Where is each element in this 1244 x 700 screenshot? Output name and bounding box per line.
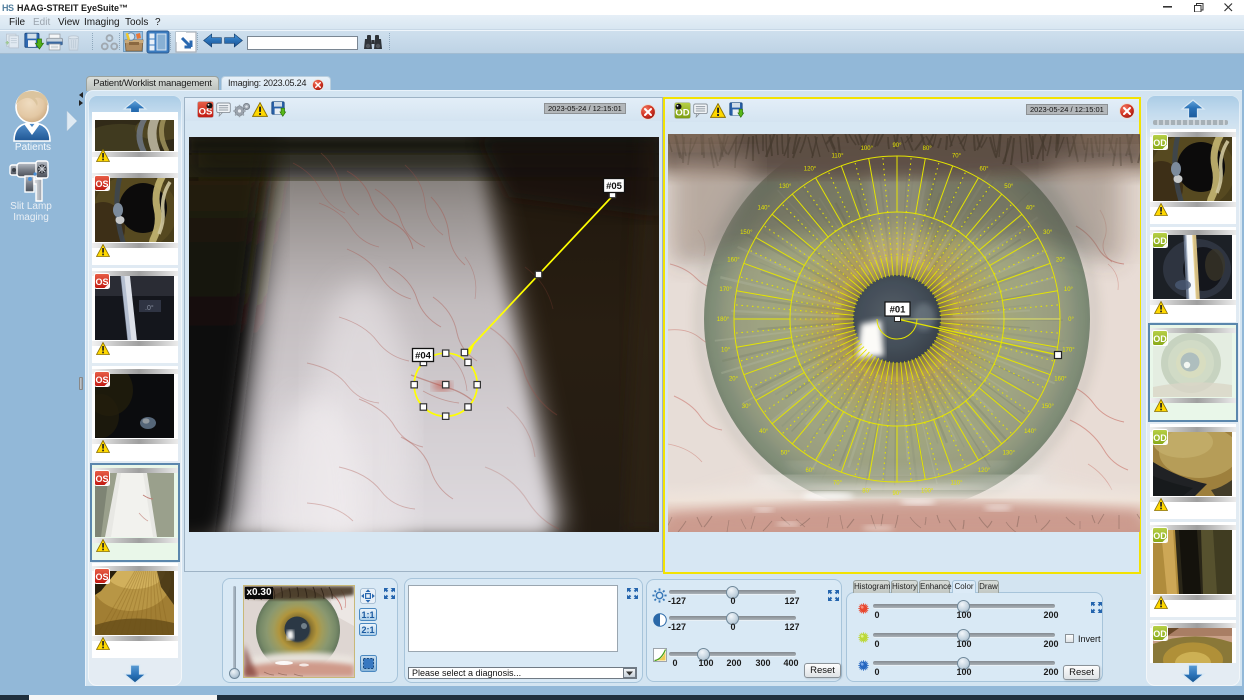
svg-text:1:1: 1:1 [361, 610, 374, 620]
svg-text:60°: 60° [805, 468, 815, 474]
svg-text:70°: 70° [952, 154, 962, 160]
svg-text:90°: 90° [892, 143, 902, 149]
svg-text:OD: OD [1153, 433, 1167, 443]
svg-text:40°: 40° [1026, 205, 1036, 211]
svg-text:30°: 30° [1043, 230, 1053, 236]
svg-text:60°: 60° [979, 167, 989, 173]
svg-text:100°: 100° [921, 489, 934, 495]
svg-text:130°: 130° [779, 184, 792, 190]
svg-text:20°: 20° [729, 377, 739, 383]
svg-text:50°: 50° [1004, 184, 1014, 190]
svg-text:70°: 70° [833, 481, 843, 487]
svg-text:#01: #01 [890, 305, 907, 316]
svg-text:OD: OD [1153, 629, 1167, 639]
svg-text:.0°: .0° [145, 304, 154, 312]
svg-text:OD: OD [1153, 236, 1167, 246]
svg-text:OD: OD [1153, 334, 1167, 344]
svg-text:40°: 40° [759, 429, 769, 435]
svg-text:80°: 80° [923, 146, 933, 152]
svg-text:OS: OS [95, 572, 108, 582]
svg-text:140°: 140° [1024, 429, 1037, 435]
svg-text:OS: OS [95, 179, 108, 189]
svg-text:100°: 100° [861, 146, 874, 152]
svg-text:90°: 90° [892, 491, 902, 497]
svg-text:110°: 110° [951, 481, 964, 487]
svg-text:2:1: 2:1 [361, 625, 374, 635]
svg-text:#04: #04 [415, 351, 432, 362]
svg-text:170°: 170° [719, 287, 732, 293]
svg-text:OD: OD [1153, 138, 1167, 148]
svg-text:OS: OS [95, 474, 108, 484]
svg-text:110°: 110° [832, 154, 845, 160]
svg-text:130°: 130° [1003, 451, 1016, 457]
svg-text:140°: 140° [757, 205, 770, 211]
svg-text:10°: 10° [1064, 287, 1074, 293]
svg-text:10°: 10° [721, 347, 731, 353]
svg-text:180°: 180° [717, 317, 730, 323]
svg-text:OS: OS [95, 277, 108, 287]
svg-text:#05: #05 [606, 181, 623, 192]
svg-text:OD: OD [1153, 531, 1167, 541]
svg-text:80°: 80° [862, 489, 872, 495]
svg-text:150°: 150° [740, 230, 753, 236]
svg-text:OS: OS [95, 375, 108, 385]
svg-text:30°: 30° [742, 404, 752, 410]
svg-text:160°: 160° [1054, 377, 1067, 383]
svg-text:120°: 120° [804, 167, 817, 173]
svg-text:160°: 160° [727, 258, 740, 264]
svg-text:120°: 120° [978, 468, 991, 474]
svg-text:50°: 50° [781, 451, 791, 457]
svg-text:20°: 20° [1056, 258, 1066, 264]
svg-text:170°: 170° [1062, 347, 1075, 353]
svg-text:150°: 150° [1041, 404, 1054, 410]
svg-text:0°: 0° [1068, 317, 1074, 323]
